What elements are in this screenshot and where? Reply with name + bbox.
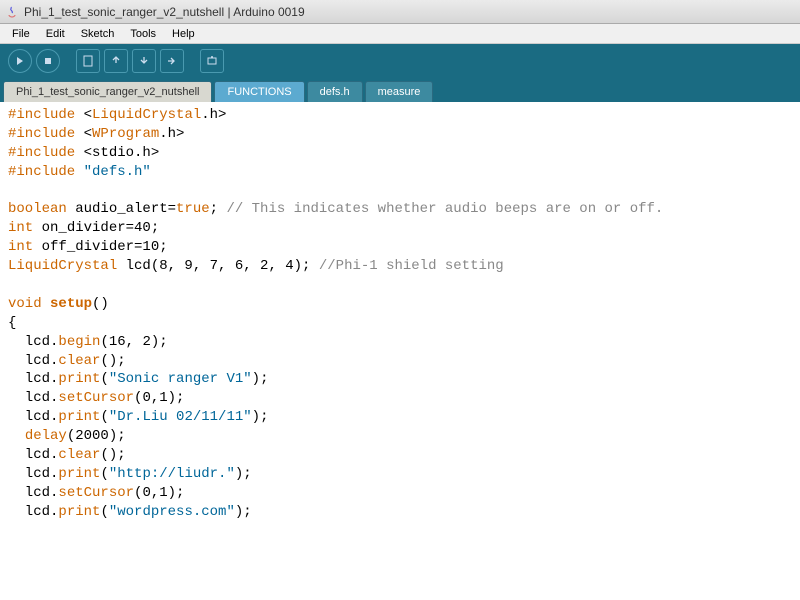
java-icon — [4, 4, 20, 20]
tab-functions[interactable]: FUNCTIONS — [214, 81, 304, 102]
menu-help[interactable]: Help — [164, 26, 203, 42]
menu-edit[interactable]: Edit — [38, 26, 73, 42]
toolbar — [0, 44, 800, 78]
menu-sketch[interactable]: Sketch — [73, 26, 123, 42]
menu-tools[interactable]: Tools — [122, 26, 164, 42]
tab-defs[interactable]: defs.h — [307, 81, 363, 102]
stop-button[interactable] — [36, 49, 60, 73]
serial-monitor-button[interactable] — [200, 49, 224, 73]
save-button[interactable] — [132, 49, 156, 73]
upload-button[interactable] — [160, 49, 184, 73]
open-button[interactable] — [104, 49, 128, 73]
verify-button[interactable] — [8, 49, 32, 73]
menu-bar: File Edit Sketch Tools Help — [0, 24, 800, 44]
code-editor[interactable]: #include <LiquidCrystal.h> #include <WPr… — [0, 102, 800, 600]
tab-measure[interactable]: measure — [365, 81, 434, 102]
window-title: Phi_1_test_sonic_ranger_v2_nutshell | Ar… — [24, 5, 305, 19]
menu-file[interactable]: File — [4, 26, 38, 42]
tab-main[interactable]: Phi_1_test_sonic_ranger_v2_nutshell — [3, 81, 212, 102]
title-bar: Phi_1_test_sonic_ranger_v2_nutshell | Ar… — [0, 0, 800, 24]
tab-bar: Phi_1_test_sonic_ranger_v2_nutshell FUNC… — [0, 78, 800, 102]
new-button[interactable] — [76, 49, 100, 73]
